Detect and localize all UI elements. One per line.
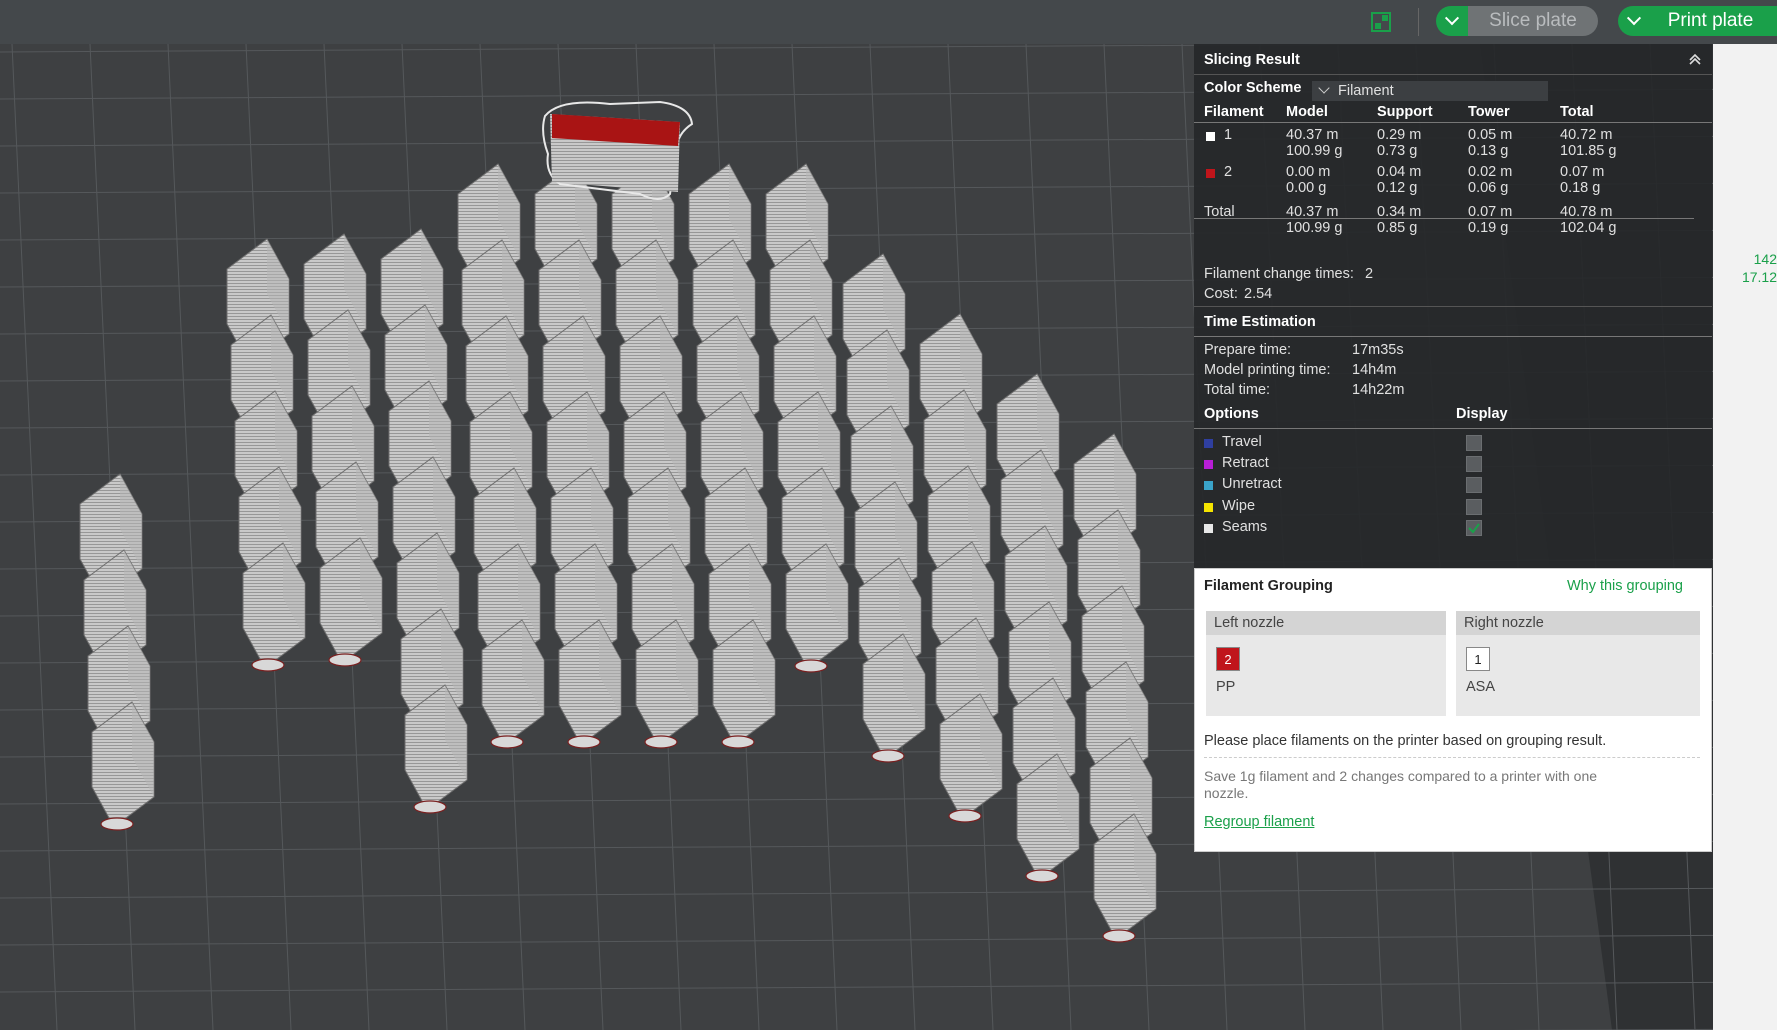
option-display-checkbox[interactable] bbox=[1466, 435, 1482, 451]
table-header: Tower bbox=[1468, 104, 1510, 120]
option-label: Unretract bbox=[1222, 476, 1282, 493]
options-title: Options bbox=[1204, 406, 1259, 422]
option-label: Seams bbox=[1222, 518, 1268, 535]
savings-line-2: nozzle. bbox=[1204, 785, 1249, 801]
prepare-time-label: Prepare time: bbox=[1204, 342, 1292, 358]
option-color-swatch bbox=[1204, 502, 1213, 512]
change-times-label: Filament change times: bbox=[1204, 266, 1354, 282]
model-weight: 0.00 g bbox=[1286, 180, 1327, 196]
layout-icon[interactable] bbox=[1370, 11, 1392, 33]
display-column-label: Display bbox=[1456, 406, 1508, 422]
top-toolbar: Slice plate Print plate bbox=[0, 0, 1777, 44]
support-length: 0.29 m bbox=[1377, 127, 1422, 143]
print-plate-button[interactable]: Print plate bbox=[1650, 6, 1777, 36]
tower-length: 0.05 m bbox=[1468, 127, 1513, 143]
filament-grouping-panel: Filament Grouping Why this grouping Left… bbox=[1194, 568, 1712, 852]
layer-bottom-value: 17.12 bbox=[1741, 269, 1777, 285]
why-grouping-link[interactable]: Why this grouping bbox=[1567, 578, 1683, 594]
option-label: Wipe bbox=[1222, 497, 1256, 514]
cost-value: 2.54 bbox=[1244, 286, 1273, 302]
option-label: Retract bbox=[1222, 455, 1269, 472]
prepare-time-value: 17m35s bbox=[1352, 342, 1404, 358]
total-length: 0.07 m bbox=[1560, 164, 1605, 180]
color-scheme-select[interactable]: Filament bbox=[1312, 81, 1548, 101]
filament-color-swatch bbox=[1206, 132, 1215, 141]
left-nozzle-box: Left nozzle 2 PP bbox=[1206, 611, 1446, 716]
chevron-down-icon bbox=[1318, 82, 1330, 94]
option-color-swatch bbox=[1204, 481, 1213, 491]
option-color-swatch bbox=[1204, 439, 1213, 448]
filament-id: 2 bbox=[1224, 164, 1233, 180]
option-display-checkbox[interactable] bbox=[1466, 519, 1482, 536]
regroup-filament-link[interactable]: Regroup filament bbox=[1204, 814, 1314, 830]
toolbar-separator bbox=[1418, 8, 1419, 36]
total-support-weight: 0.85 g bbox=[1377, 220, 1418, 236]
layer-readout: 142 17.12 bbox=[1734, 250, 1777, 286]
checkmark-icon bbox=[1468, 523, 1480, 534]
right-nozzle-label: Right nozzle bbox=[1456, 611, 1700, 635]
support-weight: 0.73 g bbox=[1377, 143, 1418, 159]
option-display-checkbox[interactable] bbox=[1466, 498, 1482, 515]
model-weight: 100.99 g bbox=[1286, 143, 1343, 159]
tower-weight: 0.06 g bbox=[1468, 180, 1509, 196]
total-weight: 0.18 g bbox=[1560, 180, 1601, 196]
right-filament-chip[interactable]: 1 bbox=[1466, 647, 1490, 671]
model-time-value: 14h4m bbox=[1352, 362, 1397, 378]
time-estimation-title: Time Estimation bbox=[1204, 314, 1316, 330]
layer-top-value: 142 bbox=[1753, 251, 1777, 267]
chevron-down-icon bbox=[1444, 11, 1460, 26]
slicing-result-title: Slicing Result bbox=[1204, 52, 1300, 68]
option-label: Travel bbox=[1222, 434, 1262, 450]
support-weight: 0.12 g bbox=[1377, 180, 1418, 196]
model-length: 40.37 m bbox=[1286, 127, 1339, 143]
table-header-divider bbox=[1194, 122, 1712, 123]
total-model-weight: 100.99 g bbox=[1286, 220, 1343, 236]
total-time-value: 14h22m bbox=[1352, 382, 1405, 398]
tower-length: 0.02 m bbox=[1468, 164, 1513, 180]
collapse-icon[interactable] bbox=[1688, 52, 1702, 66]
table-header: Model bbox=[1286, 104, 1328, 120]
total-tower-weight: 0.19 g bbox=[1468, 220, 1509, 236]
option-display-checkbox[interactable] bbox=[1466, 477, 1482, 494]
slice-dropdown-button[interactable] bbox=[1436, 6, 1468, 36]
total-time-label: Total time: bbox=[1204, 382, 1271, 398]
option-color-swatch bbox=[1204, 523, 1213, 533]
right-filament-name: ASA bbox=[1466, 679, 1496, 695]
model-length: 0.00 m bbox=[1286, 164, 1331, 180]
cost-label: Cost: bbox=[1204, 286, 1238, 302]
slicing-result-panel: Slicing Result Color Scheme Filament Fil… bbox=[1194, 44, 1712, 568]
option-color-swatch bbox=[1204, 460, 1213, 470]
left-nozzle-label: Left nozzle bbox=[1206, 611, 1446, 635]
total-length: 40.72 m bbox=[1560, 127, 1613, 143]
left-filament-name: PP bbox=[1216, 679, 1236, 695]
change-times-value: 2 bbox=[1365, 266, 1374, 282]
support-length: 0.04 m bbox=[1377, 164, 1422, 180]
table-header: Support bbox=[1377, 104, 1433, 120]
grouping-instruction: Please place filaments on the printer ba… bbox=[1204, 733, 1607, 749]
savings-line-1: Save 1g filament and 2 changes compared … bbox=[1204, 768, 1598, 784]
model-time-label: Model printing time: bbox=[1204, 362, 1331, 378]
option-display-checkbox[interactable] bbox=[1466, 456, 1482, 473]
chevron-down-icon bbox=[1626, 11, 1642, 26]
options-divider bbox=[1194, 428, 1712, 429]
grouping-title: Filament Grouping bbox=[1204, 578, 1333, 594]
total-weight: 101.85 g bbox=[1560, 143, 1617, 159]
print-dropdown-button[interactable] bbox=[1618, 6, 1650, 36]
right-nozzle-box: Right nozzle 1 ASA bbox=[1456, 611, 1700, 716]
table-header: Total bbox=[1560, 104, 1594, 120]
total-total-weight: 102.04 g bbox=[1560, 220, 1617, 236]
filament-id: 1 bbox=[1224, 127, 1233, 143]
filament-color-swatch bbox=[1206, 169, 1215, 178]
slice-plate-button[interactable]: Slice plate bbox=[1468, 6, 1598, 36]
color-scheme-value: Filament bbox=[1338, 83, 1394, 99]
left-filament-chip[interactable]: 2 bbox=[1216, 647, 1240, 671]
tower-weight: 0.13 g bbox=[1468, 143, 1509, 159]
color-scheme-label: Color Scheme bbox=[1204, 80, 1302, 96]
time-divider bbox=[1194, 336, 1712, 337]
table-header: Filament bbox=[1204, 104, 1264, 120]
layer-slider-track[interactable] bbox=[1713, 44, 1777, 1030]
table-total-divider bbox=[1194, 218, 1694, 219]
